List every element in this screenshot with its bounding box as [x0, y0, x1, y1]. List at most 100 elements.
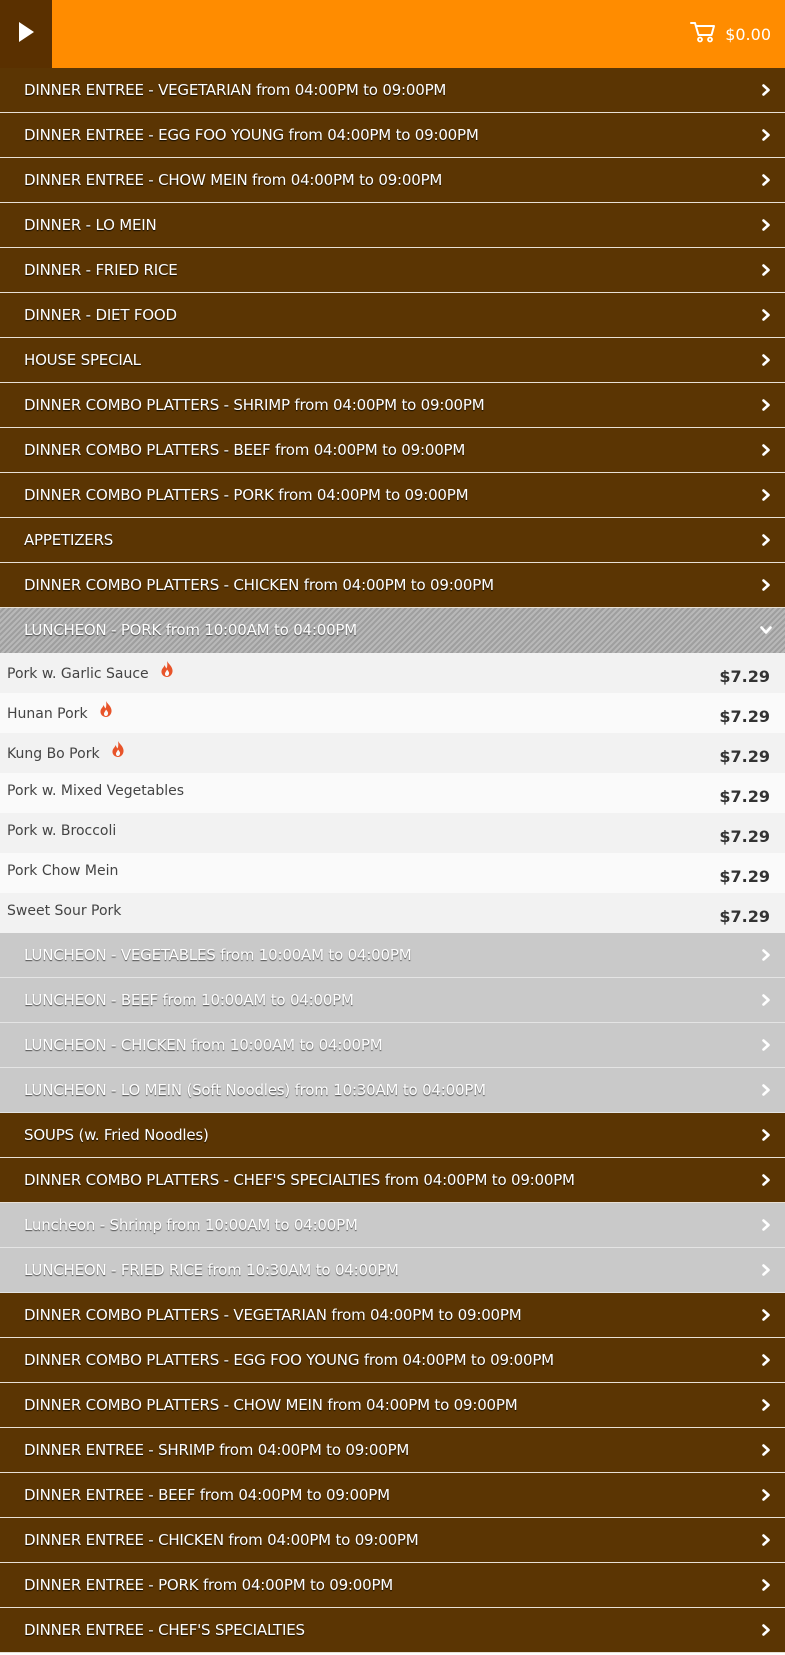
chevron-right-icon	[759, 487, 773, 503]
category-label: DINNER COMBO PLATTERS - CHICKEN from 04:…	[24, 576, 494, 594]
chevron-right-icon	[759, 1622, 773, 1638]
category-label: DINNER COMBO PLATTERS - CHOW MEIN from 0…	[24, 1396, 518, 1414]
menu-item-name: Kung Bo Pork	[7, 740, 126, 765]
category-row[interactable]: DINNER ENTREE - SHRIMP from 04:00PM to 0…	[0, 1428, 785, 1473]
chevron-down-icon	[759, 622, 773, 638]
category-row[interactable]: DINNER - FRIED RICE	[0, 248, 785, 293]
menu-item[interactable]: Kung Bo Pork $7.29	[0, 733, 785, 773]
category-row[interactable]: LUNCHEON - PORK from 10:00AM to 04:00PM	[0, 608, 785, 653]
menu-item-price: $7.29	[719, 747, 770, 766]
menu-item[interactable]: Pork w. Broccoli $7.29	[0, 813, 785, 853]
category-label: LUNCHEON - VEGETABLES from 10:00AM to 04…	[24, 946, 412, 964]
category-row[interactable]: DINNER ENTREE - PORK from 04:00PM to 09:…	[0, 1563, 785, 1608]
category-label: DINNER - DIET FOOD	[24, 306, 177, 324]
category-label: SOUPS (w. Fried Noodles)	[24, 1126, 209, 1144]
menu-item-name-text: Hunan Pork	[7, 706, 88, 722]
category-row[interactable]: HOUSE SPECIAL	[0, 338, 785, 383]
menu-item-name-text: Pork Chow Mein	[7, 863, 119, 879]
chevron-right-icon	[759, 992, 773, 1008]
menu-item[interactable]: Pork Chow Mein $7.29	[0, 853, 785, 893]
category-label: DINNER - LO MEIN	[24, 216, 157, 234]
chevron-right-icon	[759, 442, 773, 458]
category-row[interactable]: Luncheon - Shrimp from 10:00AM to 04:00P…	[0, 1203, 785, 1248]
menu-item-price: $7.29	[719, 867, 770, 886]
menu-item-name: Sweet Sour Pork	[7, 903, 121, 919]
cart-total: $0.00	[725, 24, 771, 44]
category-row[interactable]: LUNCHEON - LO MEIN (Soft Noodles) from 1…	[0, 1068, 785, 1113]
category-label: DINNER ENTREE - PORK from 04:00PM to 09:…	[24, 1576, 394, 1594]
spicy-flame-icon	[110, 740, 126, 762]
menu-item-name-text: Kung Bo Pork	[7, 746, 100, 762]
chevron-right-icon	[759, 172, 773, 188]
header-bar: $0.00	[0, 0, 785, 68]
shopping-cart-icon	[690, 21, 716, 47]
chevron-right-icon	[759, 1127, 773, 1143]
menu-item-name-text: Pork w. Garlic Sauce	[7, 666, 149, 682]
category-row[interactable]: LUNCHEON - FRIED RICE from 10:30AM to 04…	[0, 1248, 785, 1293]
chevron-right-icon	[759, 1307, 773, 1323]
menu-page: $0.00 DINNER ENTREE - VEGETARIAN from 04…	[0, 0, 785, 1655]
menu-item-name: Pork w. Mixed Vegetables	[7, 783, 184, 799]
chevron-right-icon	[759, 307, 773, 323]
category-label: DINNER ENTREE - EGG FOO YOUNG from 04:00…	[24, 126, 479, 144]
menu-item-price: $7.29	[719, 787, 770, 806]
category-row[interactable]: SOUPS (w. Fried Noodles)	[0, 1113, 785, 1158]
category-label: LUNCHEON - PORK from 10:00AM to 04:00PM	[24, 621, 358, 639]
chevron-right-icon	[759, 1262, 773, 1278]
menu-toggle-button[interactable]	[0, 0, 52, 68]
menu-item-price: $7.29	[719, 827, 770, 846]
category-row[interactable]: DINNER - LO MEIN	[0, 203, 785, 248]
category-row[interactable]: DINNER ENTREE - VEGETARIAN from 04:00PM …	[0, 68, 785, 113]
category-row[interactable]: DINNER COMBO PLATTERS - CHOW MEIN from 0…	[0, 1383, 785, 1428]
chevron-right-icon	[759, 217, 773, 233]
category-label: DINNER COMBO PLATTERS - CHEF'S SPECIALTI…	[24, 1171, 575, 1189]
category-row[interactable]: DINNER ENTREE - EGG FOO YOUNG from 04:00…	[0, 113, 785, 158]
menu-item[interactable]: Hunan Pork $7.29	[0, 693, 785, 733]
category-row[interactable]: APPETIZERS	[0, 518, 785, 563]
category-row[interactable]: DINNER COMBO PLATTERS - CHICKEN from 04:…	[0, 563, 785, 608]
menu-item-name: Pork w. Broccoli	[7, 823, 116, 839]
chevron-right-icon	[759, 82, 773, 98]
category-row[interactable]: LUNCHEON - CHICKEN from 10:00AM to 04:00…	[0, 1023, 785, 1068]
cart-button[interactable]: $0.00	[690, 0, 771, 68]
chevron-right-icon	[759, 532, 773, 548]
chevron-right-icon	[759, 262, 773, 278]
chevron-right-icon	[759, 1397, 773, 1413]
chevron-right-icon	[759, 352, 773, 368]
menu-item[interactable]: Sweet Sour Pork $7.29	[0, 893, 785, 933]
category-row[interactable]: LUNCHEON - VEGETABLES from 10:00AM to 04…	[0, 933, 785, 978]
category-row[interactable]: DINNER ENTREE - CHEF'S SPECIALTIES	[0, 1608, 785, 1653]
category-row[interactable]: DINNER COMBO PLATTERS - CHEF'S SPECIALTI…	[0, 1158, 785, 1203]
menu-item-name: Hunan Pork	[7, 701, 114, 725]
menu-item[interactable]: Pork w. Garlic Sauce $7.29	[0, 653, 785, 693]
category-row[interactable]: LUNCHEON - BEEF from 10:00AM to 04:00PM	[0, 978, 785, 1023]
category-label: DINNER ENTREE - CHEF'S SPECIALTIES	[24, 1621, 305, 1639]
category-label: DINNER COMBO PLATTERS - PORK from 04:00P…	[24, 486, 469, 504]
menu-item-price: $7.29	[719, 907, 770, 926]
chevron-right-icon	[759, 577, 773, 593]
category-row[interactable]: DINNER ENTREE - CHOW MEIN from 04:00PM t…	[0, 158, 785, 203]
category-row[interactable]: DINNER ENTREE - CHICKEN from 04:00PM to …	[0, 1518, 785, 1563]
menu-item-price: $7.29	[719, 707, 770, 726]
category-label: HOUSE SPECIAL	[24, 351, 141, 369]
category-row[interactable]: DINNER COMBO PLATTERS - VEGETARIAN from …	[0, 1293, 785, 1338]
category-label: LUNCHEON - LO MEIN (Soft Noodles) from 1…	[24, 1081, 486, 1099]
chevron-right-icon	[759, 1082, 773, 1098]
category-row[interactable]: DINNER COMBO PLATTERS - SHRIMP from 04:0…	[0, 383, 785, 428]
menu-item[interactable]: Pork w. Mixed Vegetables $7.29	[0, 773, 785, 813]
category-row[interactable]: DINNER COMBO PLATTERS - EGG FOO YOUNG fr…	[0, 1338, 785, 1383]
category-row[interactable]: DINNER COMBO PLATTERS - PORK from 04:00P…	[0, 473, 785, 518]
menu-item-name-text: Pork w. Broccoli	[7, 823, 117, 839]
category-row[interactable]: DINNER COMBO PLATTERS - BEEF from 04:00P…	[0, 428, 785, 473]
chevron-right-icon	[759, 1037, 773, 1053]
category-label: DINNER COMBO PLATTERS - VEGETARIAN from …	[24, 1306, 522, 1324]
category-label: Luncheon - Shrimp from 10:00AM to 04:00P…	[24, 1216, 358, 1234]
chevron-right-icon	[759, 1532, 773, 1548]
category-row[interactable]: DINNER - DIET FOOD	[0, 293, 785, 338]
menu-item-price: $7.29	[719, 667, 770, 686]
menu-item-name-text: Sweet Sour Pork	[7, 903, 122, 919]
menu-item-name: Pork Chow Mein	[7, 863, 118, 879]
chevron-right-icon	[759, 1487, 773, 1503]
category-list: DINNER ENTREE - VEGETARIAN from 04:00PM …	[0, 68, 785, 1653]
category-row[interactable]: DINNER ENTREE - BEEF from 04:00PM to 09:…	[0, 1473, 785, 1518]
